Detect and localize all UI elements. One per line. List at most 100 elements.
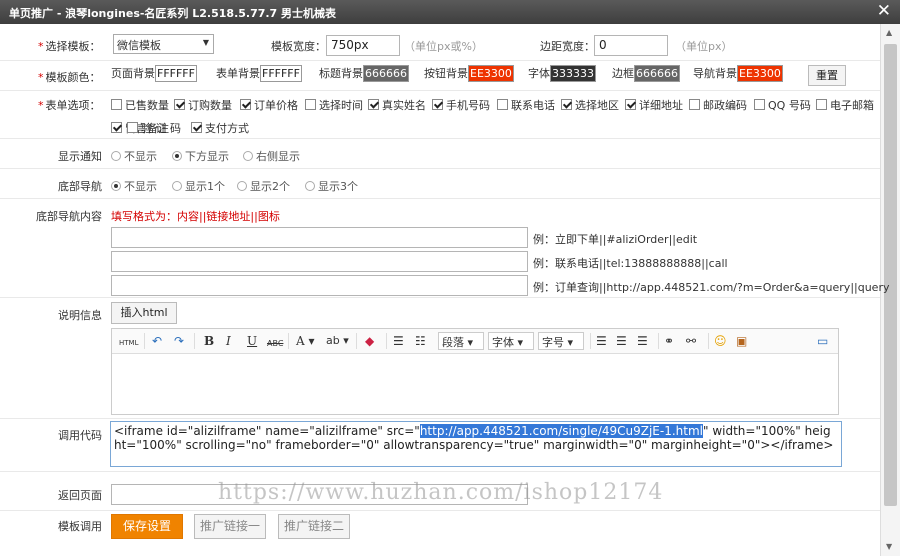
radio-button[interactable]: [172, 181, 182, 191]
color-value-input[interactable]: FFFFFF: [155, 65, 197, 82]
radio-button[interactable]: [111, 181, 121, 191]
strikethrough-icon[interactable]: ABC: [267, 337, 283, 351]
scroll-up-icon[interactable]: ▲: [886, 28, 892, 37]
checkbox[interactable]: [561, 99, 572, 110]
underline-icon[interactable]: U: [247, 334, 257, 348]
font-color-icon[interactable]: A ▾: [296, 334, 315, 348]
notify-option[interactable]: 右侧显示: [243, 148, 300, 164]
fullscreen-icon[interactable]: ▭: [817, 334, 828, 348]
nav-content-row: 底部导航内容 填写格式为：内容||链接地址||图标 例：立即下单||#alizi…: [0, 199, 890, 298]
form-option-item[interactable]: 选择地区: [561, 97, 619, 113]
template-width-input[interactable]: 750px: [326, 35, 400, 56]
ordered-list-icon[interactable]: ☰: [393, 334, 404, 348]
scroll-down-icon[interactable]: ▼: [886, 542, 892, 551]
align-right-icon[interactable]: ☰: [637, 334, 648, 348]
form-option-item[interactable]: 支付方式: [191, 120, 249, 136]
checkbox[interactable]: [127, 122, 138, 133]
color-value-input[interactable]: EE3300: [737, 65, 783, 82]
form-option-item[interactable]: 选择时间: [305, 97, 363, 113]
form-option-item[interactable]: 验 证 码: [127, 120, 181, 136]
color-value-input[interactable]: 333333: [550, 65, 596, 82]
checkbox[interactable]: [754, 99, 765, 110]
font-size-dropdown[interactable]: 字号 ▾: [538, 332, 584, 350]
notify-option[interactable]: 下方显示: [172, 148, 229, 164]
bottom-nav-option[interactable]: 显示2个: [237, 178, 290, 194]
form-options-label: 表单选项：: [45, 99, 101, 112]
checkbox[interactable]: [816, 99, 827, 110]
form-option-item[interactable]: 已售数量: [111, 97, 169, 113]
unordered-list-icon[interactable]: ☷: [415, 334, 426, 348]
checkbox[interactable]: [111, 122, 122, 133]
insert-html-button[interactable]: 插入html: [111, 302, 177, 324]
align-center-icon[interactable]: ☰: [616, 334, 627, 348]
form-option-item[interactable]: 手机号码: [432, 97, 490, 113]
nav-item-input-1[interactable]: [111, 227, 528, 248]
template-select[interactable]: 微信模板 ▼: [113, 34, 214, 54]
radio-button[interactable]: [172, 151, 182, 161]
margin-width-input[interactable]: 0: [594, 35, 668, 56]
color-swatch-label: 页面背景: [111, 67, 155, 80]
italic-icon[interactable]: I: [226, 334, 231, 348]
window-title: 单页推广 - 浪琴longines-名匠系列 L2.518.5.77.7 男士机…: [9, 7, 337, 20]
bottom-nav-option-label: 显示1个: [185, 180, 225, 193]
embed-code-textarea[interactable]: <iframe id="alizilframe" name="alizilfra…: [110, 421, 842, 467]
emoji-icon[interactable]: ☺: [714, 334, 727, 348]
undo-icon[interactable]: ↶: [152, 334, 162, 348]
color-swatch-item: 表单背景 FFFFFF: [216, 65, 302, 82]
reset-colors-button[interactable]: 重置: [808, 65, 846, 86]
align-left-icon[interactable]: ☰: [596, 334, 607, 348]
radio-button[interactable]: [111, 151, 121, 161]
form-option-item[interactable]: 订购数量: [174, 97, 232, 113]
font-family-dropdown[interactable]: 字体 ▾: [488, 332, 534, 350]
notify-option[interactable]: 不显示: [111, 148, 157, 164]
radio-button[interactable]: [243, 151, 253, 161]
checkbox[interactable]: [240, 99, 251, 110]
highlight-color-icon[interactable]: ab ▾: [326, 334, 349, 348]
bold-icon[interactable]: B: [204, 334, 214, 348]
checkbox[interactable]: [174, 99, 185, 110]
notify-option-label: 不显示: [124, 150, 157, 163]
nav-item-input-3[interactable]: [111, 275, 528, 296]
nav-item-input-2[interactable]: [111, 251, 528, 272]
save-settings-button[interactable]: 保存设置: [111, 514, 183, 539]
form-option-label: 支付方式: [205, 122, 249, 135]
scrollbar-thumb[interactable]: [884, 44, 897, 506]
radio-button[interactable]: [237, 181, 247, 191]
color-value-input[interactable]: 666666: [363, 65, 409, 82]
bottom-nav-option[interactable]: 显示3个: [305, 178, 358, 194]
checkbox[interactable]: [111, 99, 122, 110]
radio-button[interactable]: [305, 181, 315, 191]
eraser-icon[interactable]: ◆: [365, 334, 374, 348]
checkbox[interactable]: [305, 99, 316, 110]
html-source-icon[interactable]: HTML: [119, 336, 138, 350]
form-option-item[interactable]: 电子邮箱: [816, 97, 874, 113]
color-value-input[interactable]: 666666: [634, 65, 680, 82]
form-option-item[interactable]: 详细地址: [625, 97, 683, 113]
form-option-item[interactable]: 真实姓名: [368, 97, 426, 113]
redo-icon[interactable]: ↷: [174, 334, 184, 348]
bottom-nav-option[interactable]: 不显示: [111, 178, 157, 194]
rich-text-editor[interactable]: HTML ↶ ↷ B I U ABC A ▾ ab ▾ ◆ ☰ ☷ 段落 ▾ 字…: [111, 328, 839, 415]
promo-link-1-button[interactable]: 推广链接一: [194, 514, 266, 539]
form-option-item[interactable]: 联系电话: [497, 97, 555, 113]
template-width-label: 模板宽度：: [271, 40, 326, 53]
bottom-nav-option[interactable]: 显示1个: [172, 178, 225, 194]
show-notify-label: 显示通知: [58, 150, 102, 163]
promo-link-2-button[interactable]: 推广链接二: [278, 514, 350, 539]
link-icon[interactable]: ⚭: [664, 334, 674, 348]
checkbox[interactable]: [432, 99, 443, 110]
close-icon[interactable]: ✕: [877, 2, 891, 20]
checkbox[interactable]: [497, 99, 508, 110]
paragraph-dropdown[interactable]: 段落 ▾: [438, 332, 484, 350]
form-option-item[interactable]: QQ 号码: [754, 97, 811, 113]
unlink-icon[interactable]: ⚯: [686, 334, 696, 348]
image-icon[interactable]: ▣: [736, 334, 747, 348]
checkbox[interactable]: [368, 99, 379, 110]
checkbox[interactable]: [625, 99, 636, 110]
form-option-item[interactable]: 邮政编码: [689, 97, 747, 113]
checkbox[interactable]: [689, 99, 700, 110]
checkbox[interactable]: [191, 122, 202, 133]
form-option-item[interactable]: 订单价格: [240, 97, 298, 113]
color-value-input[interactable]: FFFFFF: [260, 65, 302, 82]
color-value-input[interactable]: EE3300: [468, 65, 514, 82]
